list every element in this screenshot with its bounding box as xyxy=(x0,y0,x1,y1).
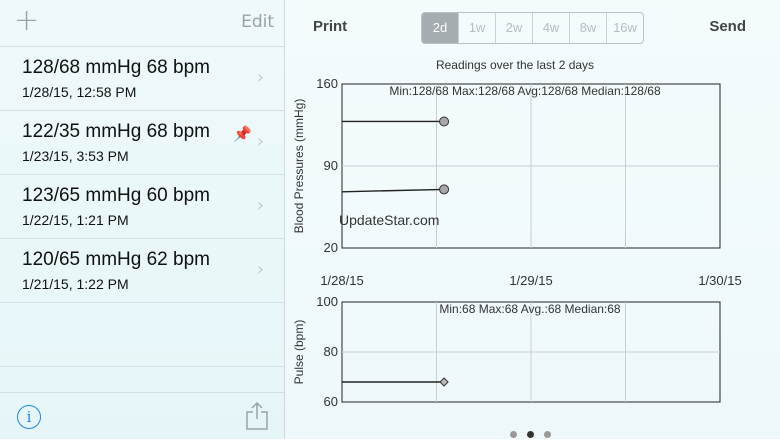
reading-date: 1/21/15, 1:22 PM xyxy=(22,276,129,292)
pulse-yticks: 100 80 60 xyxy=(316,294,338,409)
y-tick-label: 160 xyxy=(316,76,338,91)
y-tick-label: 20 xyxy=(324,240,338,255)
page-indicator xyxy=(510,423,561,442)
reading-date: 1/23/15, 3:53 PM xyxy=(22,148,129,164)
chart-panel: Print 2d 1w 2w 4w 8w 16w Send Readings over t… xyxy=(285,0,780,439)
reading-date: 1/28/15, 12:58 PM xyxy=(22,84,137,100)
chevron-right-icon: › xyxy=(256,67,264,88)
bp-series xyxy=(341,116,450,195)
edit-button[interactable]: Edit xyxy=(241,12,274,32)
y-tick-label: 90 xyxy=(324,158,338,173)
reading-values: 128/68 mmHg 68 bpm xyxy=(22,57,210,78)
pulse-ylabel: Pulse (bpm) xyxy=(292,320,306,385)
list-item[interactable]: 128/68 mmHg 68 bpm 1/28/15, 12:58 PM › xyxy=(0,47,284,111)
chevron-right-icon: › xyxy=(256,131,264,152)
chart-title: Readings over the last 2 days xyxy=(436,58,594,72)
page-dot[interactable] xyxy=(510,431,517,438)
plus-icon[interactable]: + xyxy=(14,6,39,36)
x-tick-label: 1/28/15 xyxy=(320,273,363,288)
y-tick-label: 100 xyxy=(316,294,338,309)
watermark: UpdateStar.com xyxy=(339,212,439,228)
chevron-right-icon: › xyxy=(256,259,264,280)
list-item[interactable]: 123/65 mmHg 60 bpm 1/22/15, 1:21 PM › xyxy=(0,175,284,239)
list-item[interactable]: 120/65 mmHg 62 bpm 1/21/15, 1:22 PM › xyxy=(0,239,284,303)
charts-area: Readings over the last 2 days Min:128/68… xyxy=(292,58,742,409)
chevron-right-icon: › xyxy=(256,195,264,216)
data-point xyxy=(439,116,450,127)
bp-xticks: 1/28/15 1/29/15 1/30/15 xyxy=(320,273,741,288)
y-tick-label: 60 xyxy=(324,394,338,409)
data-point xyxy=(439,184,450,195)
x-tick-label: 1/30/15 xyxy=(698,273,741,288)
bp-annotation: Min:128/68 Max:128/68 Avg:128/68 Median:… xyxy=(389,84,661,98)
pulse-annotation: Min:68 Max:68 Avg.:68 Median:68 xyxy=(439,302,621,316)
page-dot[interactable] xyxy=(527,431,534,438)
share-icon[interactable] xyxy=(244,401,270,431)
list-toolbar: + Edit xyxy=(0,0,284,47)
y-tick-label: 80 xyxy=(324,344,338,359)
list-footer: i xyxy=(0,392,284,440)
info-icon[interactable]: i xyxy=(17,405,41,429)
reading-date: 1/22/15, 1:21 PM xyxy=(22,212,129,228)
pulse-grid xyxy=(342,302,720,402)
pulse-series xyxy=(342,377,449,387)
page-dot[interactable] xyxy=(544,431,551,438)
x-tick-label: 1/29/15 xyxy=(509,273,552,288)
reading-values: 123/65 mmHg 60 bpm xyxy=(22,185,210,206)
reading-values: 120/65 mmHg 62 bpm xyxy=(22,249,210,270)
pin-icon: 📌 xyxy=(233,125,252,143)
data-point xyxy=(439,377,449,387)
list-item[interactable]: 122/35 mmHg 68 bpm 1/23/15, 3:53 PM 📌 › xyxy=(0,111,284,175)
empty-row xyxy=(0,303,284,367)
series-line xyxy=(341,188,445,193)
reading-values: 122/35 mmHg 68 bpm xyxy=(22,121,210,142)
readings-panel: + Edit 128/68 mmHg 68 bpm 1/28/15, 12:58… xyxy=(0,0,285,439)
bp-ylabel: Blood Pressures (mmHg) xyxy=(292,99,306,234)
bp-yticks: 160 90 20 xyxy=(316,76,338,255)
